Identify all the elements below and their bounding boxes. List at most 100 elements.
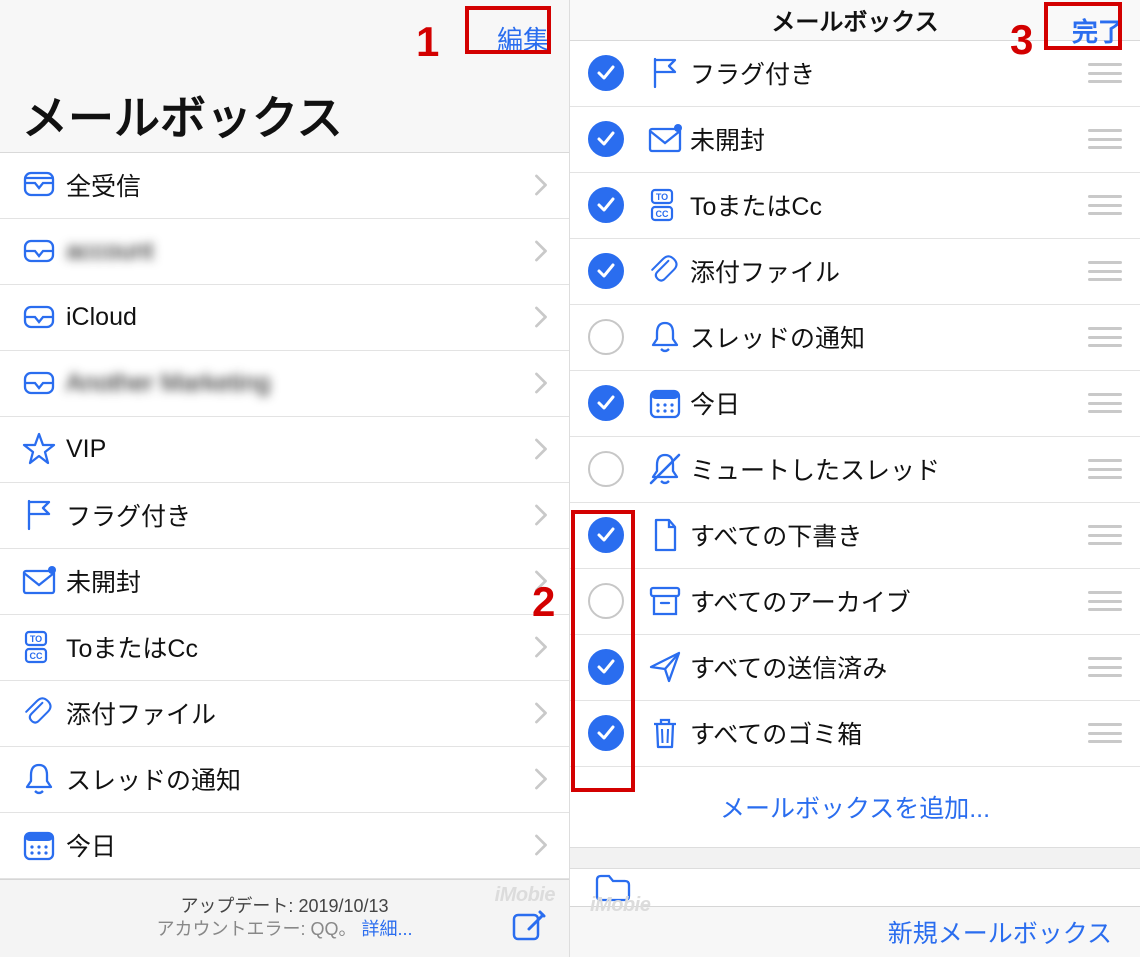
watermark: iMobie (495, 884, 555, 907)
mailbox-label: すべてのゴミ箱 (690, 715, 1088, 751)
drag-handle-icon[interactable] (1088, 393, 1122, 413)
error-details-link[interactable]: 詳細... (362, 919, 413, 939)
mailbox-label: iCloud (64, 303, 531, 332)
drag-handle-icon[interactable] (1088, 63, 1122, 83)
edit-mailbox-row: すべての下書き (570, 503, 1140, 569)
mailbox-row[interactable]: account (0, 219, 569, 285)
annotation-2-label: 2 (532, 578, 555, 626)
mailbox-row[interactable]: 添付ファイル (0, 681, 569, 747)
compose-icon[interactable] (511, 907, 547, 943)
paperplane-icon (640, 649, 690, 685)
envelope-dot-icon (640, 121, 690, 157)
mailbox-label: VIP (64, 435, 531, 464)
folder-row[interactable] (570, 869, 1140, 906)
mailbox-label: スレッドの通知 (690, 319, 1088, 355)
edit-mailbox-row: すべての送信済み (570, 635, 1140, 701)
mailbox-row[interactable]: スレッドの通知 (0, 747, 569, 813)
tocc-icon (640, 187, 690, 223)
chevron-right-icon (531, 369, 551, 397)
select-toggle[interactable] (588, 451, 624, 487)
mailbox-label: 未開封 (64, 563, 531, 599)
calendar-icon (640, 385, 690, 421)
select-toggle[interactable] (588, 121, 624, 157)
drag-handle-icon[interactable] (1088, 723, 1122, 743)
mailbox-label: スレッドの通知 (64, 761, 531, 797)
chevron-right-icon (531, 171, 551, 199)
chevron-right-icon (531, 501, 551, 529)
page-title: メールボックス (771, 2, 938, 37)
select-toggle[interactable] (588, 715, 624, 751)
drag-handle-icon[interactable] (1088, 657, 1122, 677)
watermark: iMobie (590, 894, 650, 917)
mailbox-label: ToまたはCc (690, 187, 1088, 223)
annotation-3-label: 3 (1010, 16, 1033, 64)
select-toggle[interactable] (588, 253, 624, 289)
mailbox-row[interactable]: フラグ付き (0, 483, 569, 549)
flag-icon (14, 497, 64, 533)
edit-mailbox-row: すべてのゴミ箱 (570, 701, 1140, 767)
select-toggle[interactable] (588, 55, 624, 91)
drag-handle-icon[interactable] (1088, 261, 1122, 281)
left-header: 編集 メールボックス (0, 0, 569, 153)
archive-icon (640, 583, 690, 619)
edit-button[interactable]: 編集 (489, 16, 557, 61)
mailbox-label: 添付ファイル (690, 253, 1088, 289)
mailbox-row[interactable]: iCloud (0, 285, 569, 351)
edit-mailbox-row: スレッドの通知 (570, 305, 1140, 371)
mailboxes-view: 編集 メールボックス 全受信 account iCloud Another Ma… (0, 0, 570, 957)
select-toggle[interactable] (588, 583, 624, 619)
account-error: アカウントエラー: QQ。 (156, 919, 356, 939)
edit-list: フラグ付き 未開封 ToまたはCc 添付ファイル スレッドの通知 今日 ミュート… (570, 41, 1140, 767)
chevron-right-icon (531, 765, 551, 793)
select-toggle[interactable] (588, 649, 624, 685)
bell-icon (640, 319, 690, 355)
mailbox-label: 未開封 (690, 121, 1088, 157)
mailbox-row[interactable]: 未開封 (0, 549, 569, 615)
edit-mailbox-row: 添付ファイル (570, 239, 1140, 305)
mailbox-label: ミュートしたスレッド (690, 451, 1088, 487)
tocc-icon (14, 629, 64, 665)
select-toggle[interactable] (588, 517, 624, 553)
drag-handle-icon[interactable] (1088, 525, 1122, 545)
inbox-all-icon (14, 167, 64, 203)
drag-handle-icon[interactable] (1088, 195, 1122, 215)
chevron-right-icon (531, 633, 551, 661)
inbox-icon (14, 233, 64, 269)
mailbox-label: 今日 (64, 827, 531, 863)
drag-handle-icon[interactable] (1088, 327, 1122, 347)
mailbox-row[interactable]: 全受信 (0, 153, 569, 219)
drag-handle-icon[interactable] (1088, 459, 1122, 479)
edit-mailbox-row: 未開封 (570, 107, 1140, 173)
mailbox-label: すべての下書き (690, 517, 1088, 553)
add-mailbox-link[interactable]: メールボックスを追加... (570, 767, 1140, 847)
done-button[interactable]: 完了 (1066, 10, 1130, 51)
calendar-icon (14, 827, 64, 863)
edit-mailboxes-view: メールボックス 完了 フラグ付き 未開封 ToまたはCc 添付ファイル スレッド… (570, 0, 1140, 957)
new-mailbox-link[interactable]: 新規メールボックス (888, 914, 1112, 950)
mailbox-list: 全受信 account iCloud Another Marketing VIP… (0, 153, 569, 879)
mailbox-label: フラグ付き (64, 497, 531, 533)
mailbox-row[interactable]: ToまたはCc (0, 615, 569, 681)
mailbox-row[interactable]: Another Marketing (0, 351, 569, 417)
drag-handle-icon[interactable] (1088, 591, 1122, 611)
edit-mailbox-row: 今日 (570, 371, 1140, 437)
chevron-right-icon (531, 699, 551, 727)
edit-mailbox-row: フラグ付き (570, 41, 1140, 107)
bell-mute-icon (640, 451, 690, 487)
chevron-right-icon (531, 237, 551, 265)
mailbox-label: 今日 (690, 385, 1088, 421)
star-icon (14, 431, 64, 467)
select-toggle[interactable] (588, 385, 624, 421)
paperclip-icon (640, 253, 690, 289)
right-header: メールボックス 完了 (570, 0, 1140, 41)
inbox-icon (14, 365, 64, 401)
mailbox-label: Another Marketing (64, 369, 531, 398)
left-footer: アップデート: 2019/10/13 アカウントエラー: QQ。 詳細... i… (0, 879, 569, 957)
mailbox-row[interactable]: 今日 (0, 813, 569, 879)
drag-handle-icon[interactable] (1088, 129, 1122, 149)
select-toggle[interactable] (588, 319, 624, 355)
update-status: アップデート: 2019/10/13 (156, 895, 412, 918)
mailbox-row[interactable]: VIP (0, 417, 569, 483)
select-toggle[interactable] (588, 187, 624, 223)
mailbox-label: すべてのアーカイブ (690, 583, 1088, 619)
